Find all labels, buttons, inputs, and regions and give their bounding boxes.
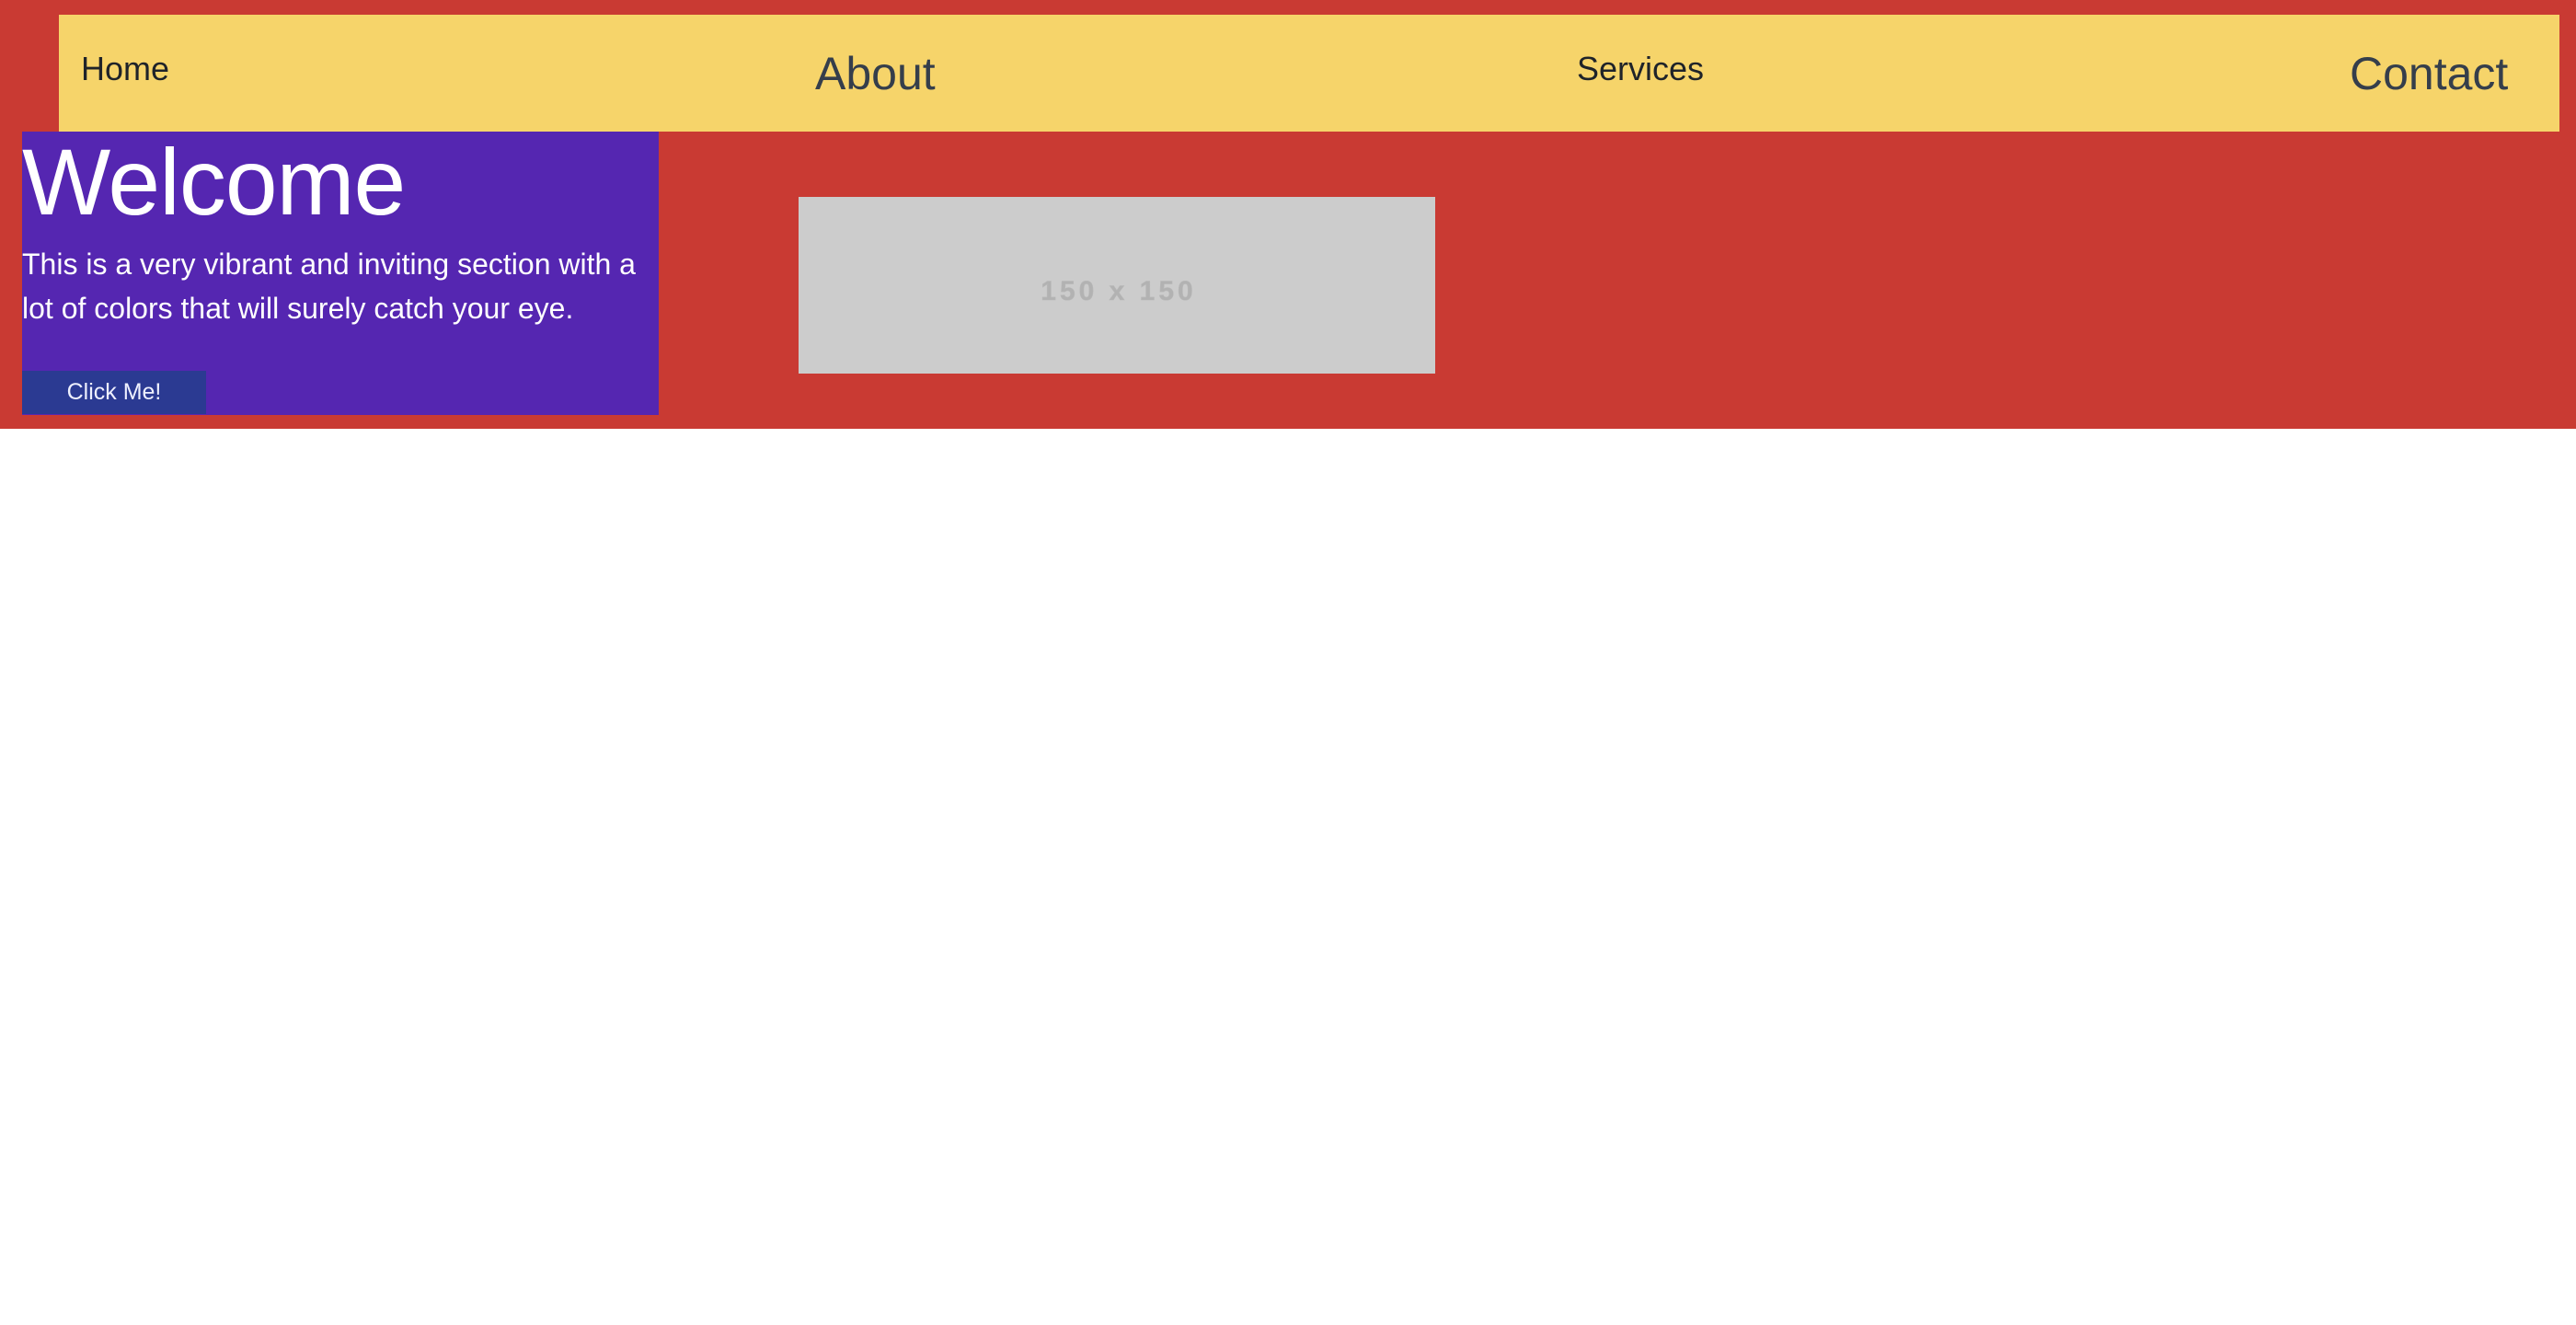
placeholder-image-graphic: 150 x 150 — [1041, 276, 1196, 307]
welcome-heading: Welcome — [22, 130, 406, 235]
placeholder-image: 150 x 150 — [799, 197, 1435, 374]
welcome-panel: Welcome This is a very vibrant and invit… — [22, 130, 659, 415]
hero-section: Home About Services Contact Welcome This… — [0, 0, 2576, 429]
nav-link-about[interactable]: About — [815, 47, 936, 100]
nav-link-services[interactable]: Services — [1577, 50, 1704, 88]
placeholder-image-label: 150 x 150 — [1041, 276, 1196, 306]
nav-link-home[interactable]: Home — [81, 50, 169, 88]
welcome-description: This is a very vibrant and inviting sect… — [22, 248, 636, 325]
nav-link-contact[interactable]: Contact — [2350, 47, 2508, 100]
click-me-button[interactable]: Click Me! — [22, 371, 206, 414]
top-navigation: Home About Services Contact — [59, 15, 2559, 132]
